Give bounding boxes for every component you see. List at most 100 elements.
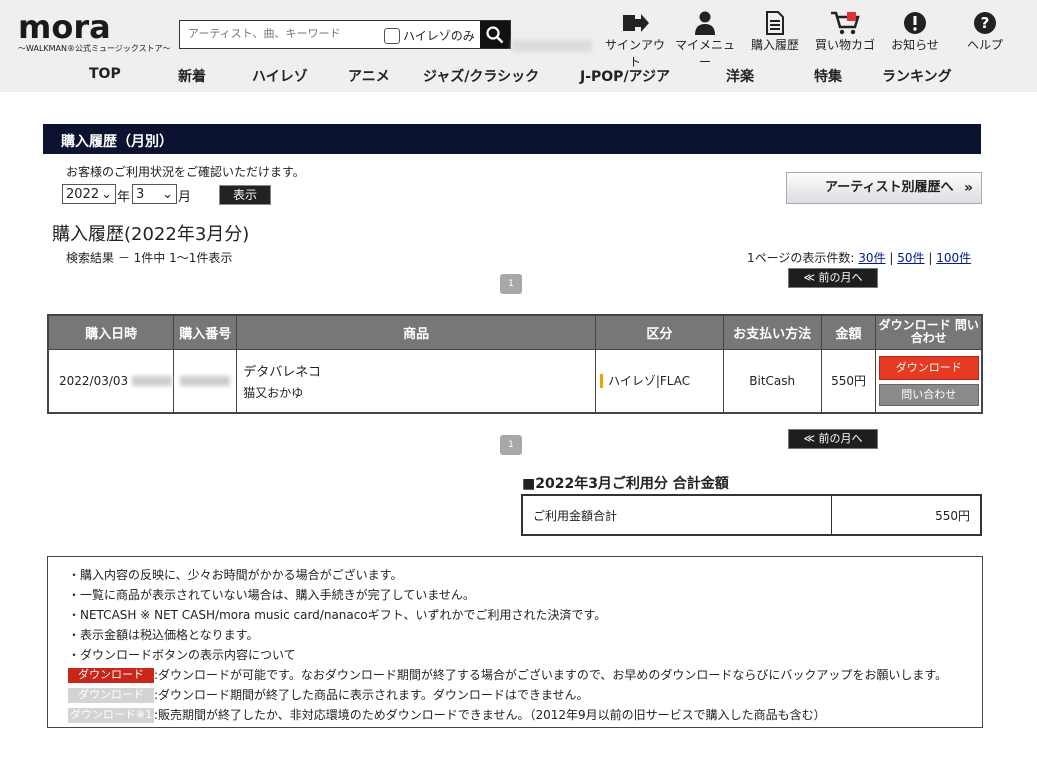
purchase-history-label: 購入履歴 [750, 38, 799, 52]
col-payment: お支払い方法 [722, 314, 822, 350]
legend-row: ダウンロード※1:販売期間が終了したか、非対応環境のためダウンロードできません。… [68, 705, 962, 725]
col-date: 購入日時 [47, 314, 175, 350]
search-box: ハイレゾのみ [179, 20, 511, 49]
notes-box: ・購入内容の反映に、少々お時間がかかる場合がございます。 ・一覧に商品が表示され… [47, 556, 983, 728]
double-chevron-icon: » [963, 180, 973, 196]
legend-text: :ダウンロードが可能です。なおダウンロード期間が終了する場合がございますので、お… [154, 668, 948, 682]
col-download: ダウンロード 問い合わせ [875, 314, 983, 350]
note-item: ・ダウンロードボタンの表示内容について [68, 648, 296, 662]
per-page-30[interactable]: 30件 [858, 251, 885, 265]
legend-text: :ダウンロード期間が終了した商品に表示されます。ダウンロードはできません。 [154, 688, 589, 702]
product-artist[interactable]: 猫又おかゆ [243, 384, 595, 401]
month-select[interactable]: 3 ⌄ [132, 184, 177, 204]
hires-only-checkbox[interactable]: ハイレゾのみ [384, 27, 475, 44]
row-date-cell: 2022/03/03 [47, 348, 175, 414]
signout-link[interactable]: サインアウト [600, 10, 670, 70]
table-row: 2022/03/03 デタバレネコ 猫又おかゆ ハイレゾ|FLAC BitCas… [47, 348, 983, 414]
legend-tag-unavailable: ダウンロード※1 [68, 708, 154, 723]
svg-text:?: ? [981, 14, 990, 32]
site-header: mora 〜WALKMAN®公式ミュージックストア〜 ハイレゾのみ サインアウト… [0, 0, 1037, 92]
note-item: ・購入内容の反映に、少々お時間がかかる場合がございます。 [68, 568, 403, 582]
show-button[interactable]: 表示 [219, 185, 271, 205]
alert-icon [904, 12, 926, 34]
help-link[interactable]: ? ヘルプ [950, 10, 1020, 70]
year-select[interactable]: 2022 ⌄ [62, 184, 116, 204]
artist-history-button[interactable]: アーティスト別履歴へ » [786, 172, 982, 204]
artist-history-label: アーティスト別履歴へ [825, 180, 954, 195]
total-label: ご利用金額合計 [521, 494, 832, 536]
help-label: ヘルプ [966, 38, 1003, 52]
search-input[interactable] [188, 27, 378, 40]
blurred-time [132, 376, 172, 387]
help-icon: ? [974, 12, 996, 34]
total-amount: 550円 [830, 494, 982, 536]
result-count: 検索結果 － 1件中 1〜1件表示 [66, 251, 233, 265]
nav-ranking[interactable]: ランキング [882, 66, 952, 86]
prev-month-button[interactable]: ≪ 前の月へ [788, 268, 878, 288]
nav-western[interactable]: 洋楽 [726, 66, 754, 86]
cart-icon [831, 11, 860, 35]
month-label: 月 [178, 190, 192, 205]
signout-label: サインアウト [604, 38, 665, 69]
search-icon [486, 25, 504, 43]
per-page-label: 1ページの表示件数: [747, 251, 855, 265]
download-button[interactable]: ダウンロード [878, 355, 979, 380]
per-page-50[interactable]: 50件 [897, 251, 924, 265]
note-item: ・一覧に商品が表示されていない場合は、購入手続きが完了していません。 [68, 588, 475, 602]
total-title: ■2022年3月ご利用分 合計金額 [522, 476, 729, 492]
mymenu-link[interactable]: マイメニュー [670, 10, 740, 70]
nav-jpop-asia[interactable]: J-POP/アジア [580, 66, 670, 86]
note-item: ・表示金額は税込価格となります。 [68, 628, 259, 642]
price: 550円 [820, 348, 877, 414]
nav-top[interactable]: TOP [89, 66, 121, 82]
page-number[interactable]: 1 [500, 274, 522, 294]
row-category-cell: ハイレゾ|FLAC [595, 348, 724, 414]
signout-icon [623, 14, 649, 32]
logo-tagline: 〜WALKMAN®公式ミュージックストア〜 [18, 44, 171, 53]
nav-hires[interactable]: ハイレゾ [252, 66, 308, 86]
per-page-selector: 1ページの表示件数: 30件 | 50件 | 100件 [747, 251, 972, 265]
cart-link[interactable]: 買い物カゴ [810, 10, 880, 70]
prev-month-button-bottom[interactable]: ≪ 前の月へ [788, 429, 878, 449]
mora-logo[interactable]: mora 〜WALKMAN®公式ミュージックストア〜 [18, 8, 171, 56]
note-item: ・NETCASH ※ NET CASH/mora music card/nana… [68, 608, 607, 622]
section-header: 購入履歴（月別） [43, 124, 981, 154]
row-product-cell: デタバレネコ 猫又おかゆ [236, 348, 597, 414]
purchase-history-link[interactable]: 購入履歴 [740, 10, 810, 70]
top-nav: サインアウト マイメニュー 購入履歴 買い物カゴ お知らせ ? ヘルプ [600, 10, 1020, 70]
row-actions-cell: ダウンロード 問い合わせ [875, 348, 983, 414]
per-page-100[interactable]: 100件 [936, 251, 971, 265]
purchase-table: 購入日時 購入番号 商品 区分 お支払い方法 金額 ダウンロード 問い合わせ 2… [47, 314, 983, 414]
month-value: 3 [136, 186, 145, 202]
legend-row: ダウンロード:ダウンロード期間が終了した商品に表示されます。ダウンロードはできま… [68, 685, 962, 705]
year-label: 年 [117, 190, 131, 205]
logo-text: mora [18, 8, 111, 46]
col-category: 区分 [595, 314, 724, 350]
hires-only-label: ハイレゾのみ [403, 29, 475, 43]
page-title: 購入履歴(2022年3月分) [52, 224, 250, 245]
legend-row: ダウンロード:ダウンロードが可能です。なおダウンロード期間が終了する場合がござい… [68, 665, 962, 685]
year-value: 2022 [66, 186, 100, 202]
product-title[interactable]: デタバレネコ [243, 361, 595, 380]
legend-tag-expired: ダウンロード [68, 688, 154, 703]
col-product: 商品 [236, 314, 597, 350]
inquiry-button[interactable]: 問い合わせ [878, 383, 979, 406]
nav-new[interactable]: 新着 [178, 66, 206, 86]
total-table: ご利用金額合計 550円 [521, 494, 982, 536]
global-nav: TOP 新着 ハイレゾ アニメ ジャズ/クラシック J-POP/アジア 洋楽 特… [0, 66, 1037, 88]
notices-label: お知らせ [891, 38, 939, 52]
legend-tag-available: ダウンロード [68, 668, 154, 683]
chevron-down-icon: ⌄ [101, 186, 112, 202]
checkbox-box[interactable] [384, 27, 400, 44]
chevron-down-icon: ⌄ [162, 186, 173, 202]
page-number-bottom[interactable]: 1 [500, 435, 522, 455]
product-category: ハイレゾ|FLAC [600, 374, 691, 389]
nav-anime[interactable]: アニメ [348, 66, 390, 86]
notices-link[interactable]: お知らせ [880, 10, 950, 70]
col-price: 金額 [820, 314, 877, 350]
mymenu-label: マイメニュー [674, 38, 735, 69]
search-button[interactable] [480, 21, 510, 48]
cart-label: 買い物カゴ [814, 38, 875, 52]
nav-jazz-classic[interactable]: ジャズ/クラシック [423, 66, 539, 86]
nav-features[interactable]: 特集 [814, 66, 842, 86]
